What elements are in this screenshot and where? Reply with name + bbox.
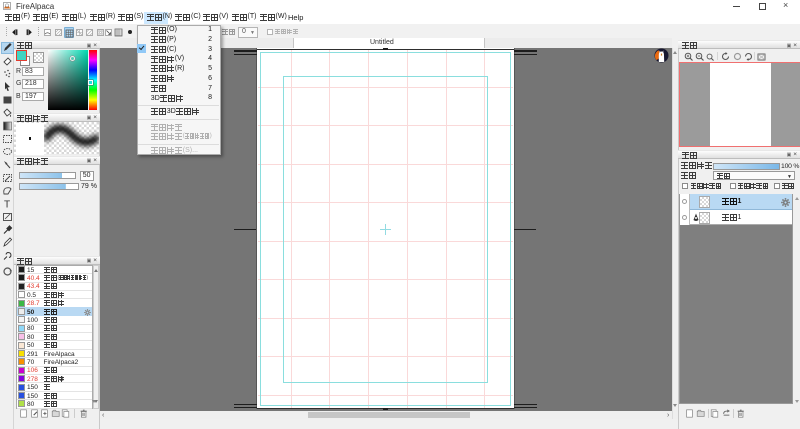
svg-text:T: T xyxy=(4,200,10,210)
